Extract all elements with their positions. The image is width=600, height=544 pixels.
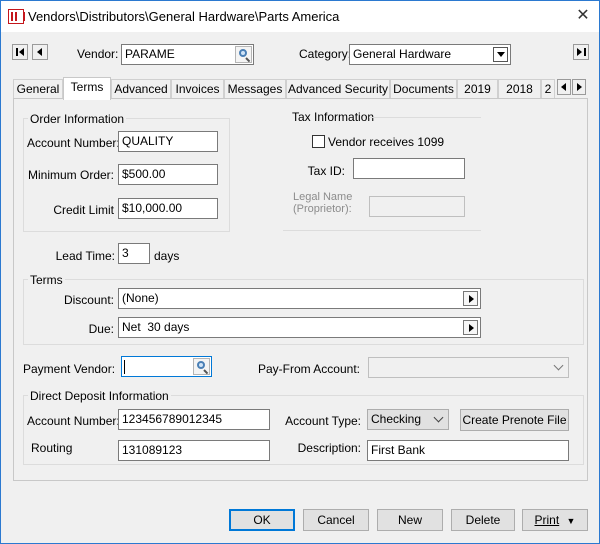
new-button[interactable]: New [377,509,443,531]
due-select[interactable]: Net 30 days [118,317,481,338]
credit-limit-label: Credit Limit [53,203,114,217]
dd-account-number-input[interactable]: 123456789012345 [118,409,270,430]
minimum-order-label: Minimum Order: [27,168,114,182]
description-label: Description: [297,441,361,455]
vendor-1099-checkbox[interactable] [312,135,325,148]
scroll-left-icon [561,83,566,91]
window-title: Vendors\Distributors\General Hardware\Pa… [28,9,340,24]
payment-vendor-search-button[interactable] [193,358,210,375]
due-lookup-icon[interactable] [463,320,478,335]
payment-vendor-label: Payment Vendor: [23,362,116,376]
first-record-button[interactable] [12,44,28,60]
tab-2017-partial[interactable]: 2 [541,79,555,99]
direct-deposit-title: Direct Deposit Information [28,389,171,403]
app-logo-icon [8,9,25,24]
tab-documents[interactable]: Documents [390,79,457,99]
discount-select[interactable]: (None) [118,288,481,309]
vendor-window: Vendors\Distributors\General Hardware\Pa… [0,0,600,544]
account-number-label: Account Number: [27,136,120,150]
vendor-value: PARAME [125,47,175,61]
chevron-down-icon [553,360,564,371]
print-button[interactable]: Print ▼ [522,509,588,531]
legal-name-input[interactable] [369,196,465,217]
last-record-icon [577,48,582,56]
terms-title: Terms [28,273,65,287]
tax-id-input[interactable] [353,158,465,179]
payment-vendor-input[interactable] [121,356,212,377]
vendor-search-button[interactable] [235,46,252,63]
category-select[interactable]: General Hardware [349,44,511,65]
routing-input[interactable]: 131089123 [118,440,270,461]
tab-advanced[interactable]: Advanced [111,79,171,99]
vendor-field[interactable]: PARAME [121,44,254,65]
ok-button[interactable]: OK [229,509,295,531]
account-type-select[interactable]: Checking [367,409,449,430]
category-label: Category: [299,47,352,61]
pay-from-account-select[interactable] [368,357,569,378]
tab-scroll-left-button[interactable] [557,79,571,95]
search-icon [197,361,205,369]
close-button[interactable]: ✕ [571,5,595,27]
dropdown-arrow-icon: ▼ [566,516,576,526]
tab-2018[interactable]: 2018 [498,79,541,99]
delete-button[interactable]: Delete [451,509,515,531]
cancel-button[interactable]: Cancel [303,509,369,531]
account-type-label: Account Type: [285,414,361,428]
account-number-input[interactable]: QUALITY [118,131,218,152]
tab-terms[interactable]: Terms [63,77,111,100]
dropdown-arrow-icon [493,47,508,62]
minimum-order-input[interactable]: $500.00 [118,164,218,185]
discount-label: Discount: [63,293,114,307]
pay-from-account-label: Pay-From Account: [257,362,360,376]
title-bar: Vendors\Distributors\General Hardware\Pa… [1,1,599,32]
print-label: Print [534,513,560,527]
tax-information-title: Tax Information [290,110,377,124]
scroll-right-icon [577,83,582,91]
category-value: General Hardware [353,47,452,61]
search-icon [239,49,247,57]
tax-id-label: Tax ID: [307,164,345,178]
lead-time-input[interactable]: 3 [118,243,150,264]
dd-account-number-label: Account Number: [27,414,120,428]
tab-general[interactable]: General [13,79,63,99]
account-type-value: Checking [371,412,422,426]
description-input[interactable]: First Bank [367,440,569,461]
order-information-title: Order Information [28,112,127,126]
due-value: Net 30 days [122,320,190,334]
discount-lookup-icon[interactable] [463,291,478,306]
due-label: Due: [88,322,114,336]
chevron-down-icon [433,412,444,423]
create-prenote-file-button[interactable]: Create Prenote File [460,409,569,431]
tab-scroll-right-button[interactable] [572,79,586,95]
vendor-1099-label: Vendor receives 1099 [328,135,445,149]
discount-value: (None) [122,291,159,305]
tab-strip: General Terms Advanced Invoices Messages… [13,77,588,100]
text-caret [124,360,125,374]
legal-name-label: Legal Name (Proprietor): [293,191,353,215]
credit-limit-input[interactable]: $10,000.00 [118,198,218,219]
lead-time-label: Lead Time: [55,249,115,263]
last-record-button[interactable] [573,44,589,60]
previous-record-icon [37,48,42,56]
first-record-icon [16,48,18,56]
previous-record-button[interactable] [32,44,48,60]
tab-advanced-security[interactable]: Advanced Security [286,79,390,99]
vendor-label: Vendor: [77,47,119,61]
tab-2019[interactable]: 2019 [457,79,498,99]
tab-messages[interactable]: Messages [224,79,286,99]
tab-invoices[interactable]: Invoices [171,79,224,99]
routing-label: Routing [31,441,73,455]
lead-time-unit: days [154,249,180,263]
